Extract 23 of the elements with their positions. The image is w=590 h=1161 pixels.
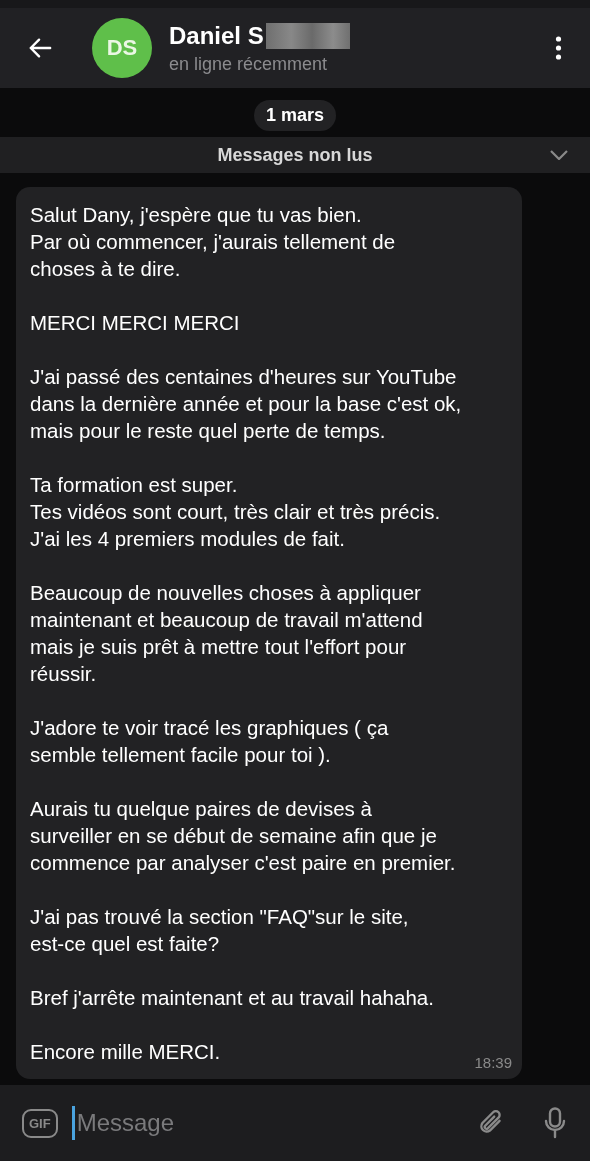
unread-bar[interactable]: Messages non lus — [0, 137, 590, 173]
chevron-down-icon[interactable] — [550, 150, 568, 160]
message-paragraph: J'ai passé des centaines d'heures sur YouTube dans la dernière année et pour la base c'est ok, mais pour le reste quel perte de temps. — [30, 364, 462, 444]
message-paragraph: MERCI MERCI MERCI — [30, 310, 240, 336]
message-paragraph: Salut Dany, j'espère que tu vas bien. Par où commencer, j'aurais tellement de choses à te dire. — [30, 202, 396, 282]
date-chip: 1 mars — [253, 100, 336, 131]
message-composer[interactable]: GIF Message — [0, 1085, 590, 1161]
back-arrow-icon[interactable] — [28, 37, 52, 59]
message-paragraph: Beaucoup de nouvelles choses à appliquer maintenant et beaucoup de travail m'attend mais je suis prêt à mettre tout l'effort pour réussir. — [30, 580, 423, 687]
contact-status: en ligne récemment — [169, 53, 329, 75]
message-paragraph: Aurais tu quelque paires de devises à surveiller en se début de semaine afin que je commence par analyser c'est paire en premier. — [30, 796, 456, 876]
message-paragraph: Ta formation est super. Tes vidéos sont court, très clair et très précis. J'ai les 4 premiers modules de fait. — [30, 472, 441, 552]
microphone-icon[interactable] — [544, 1107, 566, 1139]
gif-button[interactable]: GIF — [22, 1108, 58, 1138]
message-time: 18:39 — [474, 1054, 512, 1071]
more-icon[interactable] — [555, 36, 562, 60]
contact-name: Daniel S — [169, 21, 264, 50]
message-paragraph: Encore mille MERCI. — [30, 1039, 221, 1065]
message-paragraph: J'ai pas trouvé la section "FAQ"sur le site, est-ce quel est faite? — [30, 904, 409, 957]
message-input[interactable]: Message — [71, 1106, 478, 1140]
message-paragraph: Bref j'arrête maintenant et au travail hahaha. — [30, 985, 434, 1011]
message-paragraph: J'adore te voir tracé les graphiques ( ça semble tellement facile pour toi ). — [30, 715, 389, 768]
unread-label: Messages non lus — [217, 144, 373, 166]
